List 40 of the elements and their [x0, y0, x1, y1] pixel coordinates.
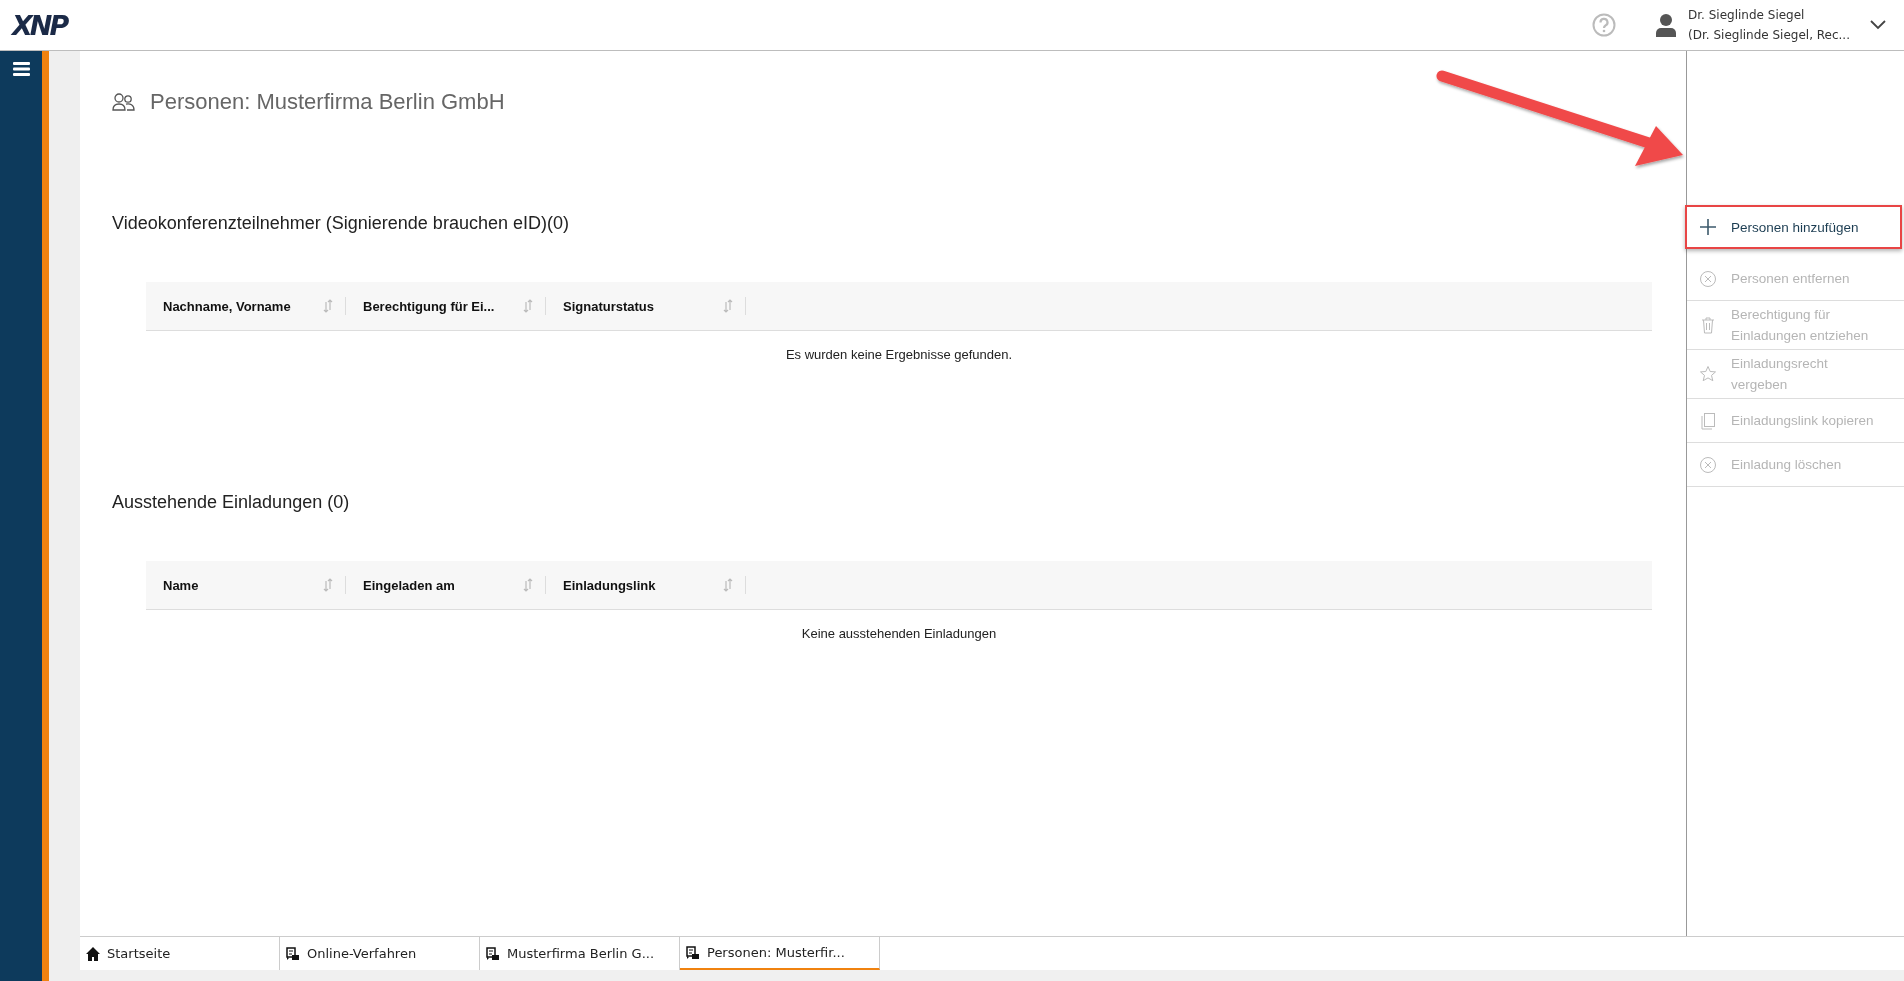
- column-header[interactable]: Nachname, Vorname: [163, 298, 323, 314]
- column-header[interactable]: Eingeladen am: [363, 577, 523, 593]
- house-icon: [85, 945, 101, 962]
- sort-icon[interactable]: [323, 578, 333, 592]
- people-icon: [112, 93, 136, 111]
- tab[interactable]: Musterfirma Berlin G...: [480, 936, 680, 970]
- circled-x-icon: [1699, 455, 1717, 474]
- column-header[interactable]: Name: [163, 577, 323, 593]
- sort-icon[interactable]: [723, 578, 733, 592]
- column-header[interactable]: Signaturstatus: [563, 298, 723, 314]
- sort-icon[interactable]: [523, 299, 533, 313]
- document-chat-icon: [685, 944, 701, 961]
- chevron-down-icon[interactable]: [1870, 20, 1886, 30]
- user-name: Dr. Sieglinde Siegel: [1688, 7, 1806, 24]
- help-icon[interactable]: [1592, 13, 1617, 37]
- section-heading: Videokonferenzteilnehmer (Signierende brauchen eID)(0): [112, 213, 570, 234]
- user-avatar-icon[interactable]: [1656, 13, 1677, 37]
- star-icon: [1699, 365, 1717, 383]
- document-chat-icon: [285, 945, 301, 962]
- copy-icon: [1699, 411, 1717, 430]
- tab[interactable]: Startseite: [80, 936, 280, 970]
- column-header[interactable]: Einladungslink: [563, 577, 723, 593]
- action-item[interactable]: Personen hinzufügen: [1685, 205, 1902, 249]
- tab[interactable]: Personen: Musterfir...: [680, 936, 880, 970]
- trash-icon: [1699, 316, 1717, 334]
- section-heading: Ausstehende Einladungen (0): [112, 492, 351, 513]
- page-title: Personen: Musterfirma Berlin GmbH: [150, 89, 505, 115]
- empty-message: Keine ausstehenden Einladungen: [800, 626, 998, 641]
- empty-message: Es wurden keine Ergebnisse gefunden.: [784, 347, 1014, 362]
- logo[interactable]: XNP: [12, 9, 67, 41]
- column-header[interactable]: Berechtigung für Ei...: [363, 298, 523, 314]
- user-role: (Dr. Sieglinde Siegel, Rec...: [1688, 27, 1850, 44]
- circled-x-icon: [1699, 269, 1717, 288]
- menu-icon[interactable]: [12, 61, 30, 77]
- tab[interactable]: Online-Verfahren: [280, 936, 480, 970]
- plus-icon: [1699, 218, 1717, 236]
- document-chat-icon: [485, 945, 501, 962]
- sort-icon[interactable]: [723, 299, 733, 313]
- sort-icon[interactable]: [523, 578, 533, 592]
- sort-icon[interactable]: [323, 299, 333, 313]
